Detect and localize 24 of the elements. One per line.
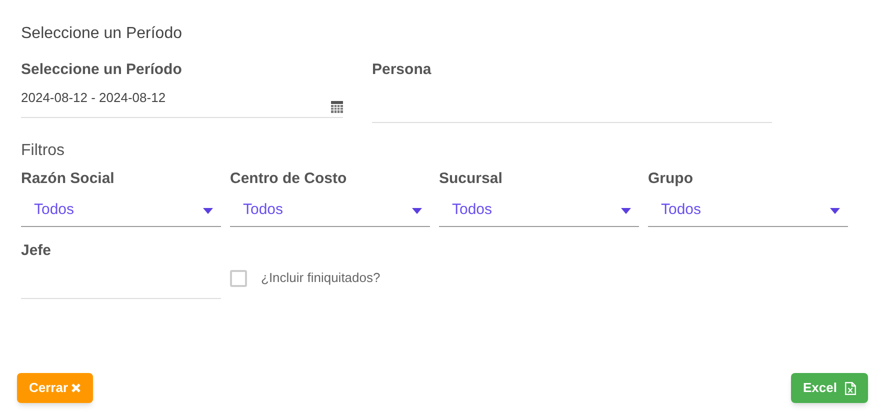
section-heading: Filtros <box>21 141 66 161</box>
caret-icon <box>412 208 422 214</box>
field-label: Centro de Costo <box>230 169 348 189</box>
field-label: Grupo <box>648 169 694 189</box>
field-label: Seleccione un Período <box>21 60 183 80</box>
caret-icon <box>830 208 840 214</box>
date-range-field[interactable]: 2024-08-12 - 2024-08-12 <box>21 86 343 118</box>
field-label: Razón Social <box>21 169 116 189</box>
calendar-icon <box>331 101 343 113</box>
field-label: Jefe <box>21 241 52 261</box>
close-icon <box>71 383 82 393</box>
caret-icon <box>621 208 631 214</box>
spreadsheet-file-icon <box>845 382 856 394</box>
checkbox[interactable] <box>230 270 247 286</box>
excel-button[interactable]: Excel <box>791 373 868 403</box>
checkbox-label: ¿Incluir finiquitados? <box>261 269 380 288</box>
field-label: Sucursal <box>439 169 504 189</box>
select-field[interactable]: Todos <box>230 195 430 227</box>
section-title: Seleccione un Período <box>21 24 183 44</box>
select-field[interactable]: Todos <box>21 195 221 227</box>
select-field[interactable]: Todos <box>648 195 848 227</box>
field-label: Persona <box>372 60 432 80</box>
caret-icon <box>203 208 213 214</box>
select-field[interactable]: Todos <box>439 195 639 227</box>
